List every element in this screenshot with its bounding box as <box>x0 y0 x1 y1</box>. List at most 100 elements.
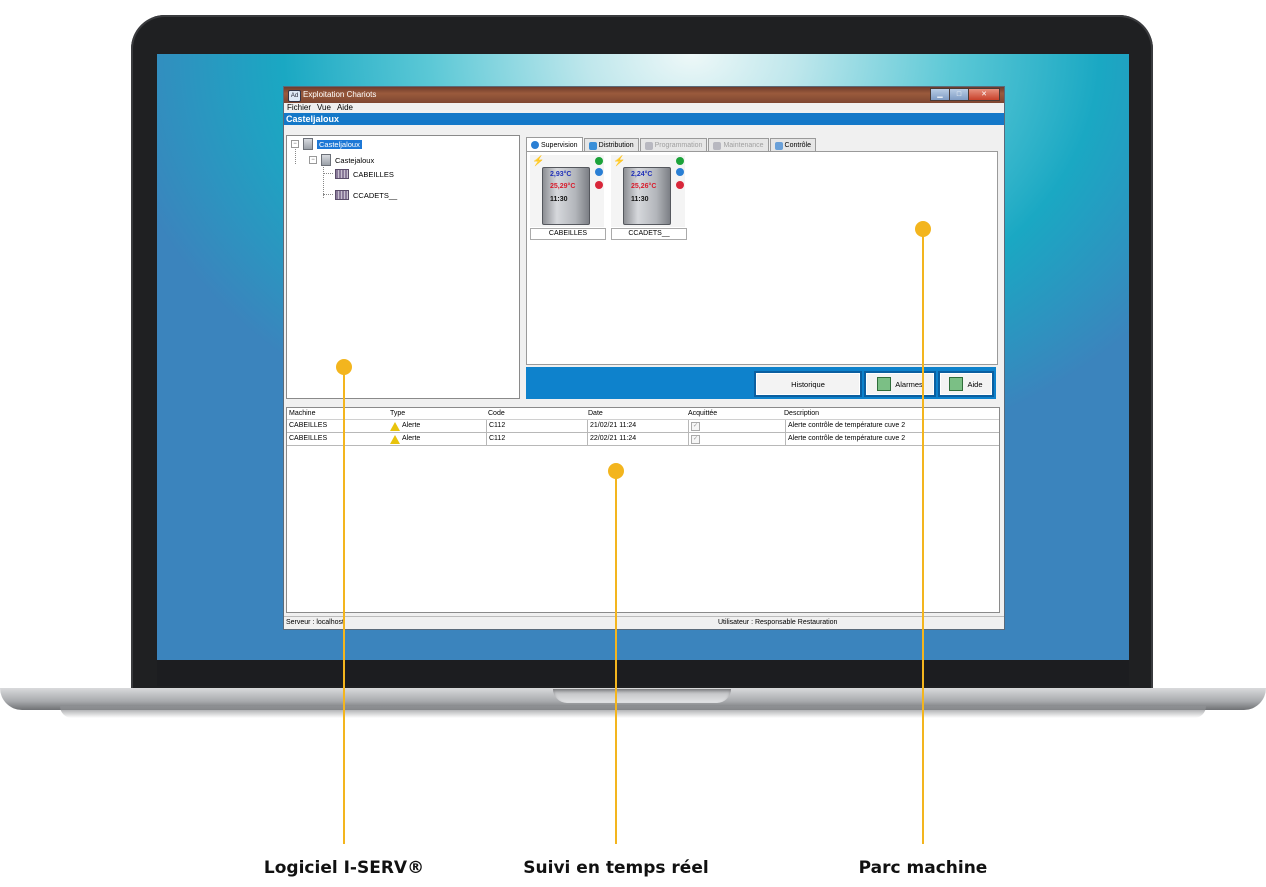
maximize-button[interactable]: □ <box>949 88 969 101</box>
calendar-icon <box>644 141 653 150</box>
cell-code: C112 <box>486 433 587 445</box>
menu-bar: Fichier Vue Aide <box>284 103 1004 113</box>
column-header[interactable]: Acquittée <box>686 408 782 419</box>
callout-dot-right <box>915 221 931 237</box>
tab-strip: Supervision Distribution Programmation M… <box>526 137 817 152</box>
close-button[interactable]: ✕ <box>968 88 1000 101</box>
collapse-icon[interactable]: − <box>291 140 299 148</box>
tree-node-cart[interactable]: CABEILLES <box>335 169 394 179</box>
tree-connector <box>323 194 333 195</box>
cart-time: 11:30 <box>631 196 649 203</box>
cell-description: Alerte contrôle de température cuve 2 <box>785 420 999 432</box>
callout-dot-center <box>608 463 624 479</box>
tab-label: Contrôle <box>784 142 812 149</box>
tree-node-root-label: Casteljaloux <box>317 139 362 149</box>
splitter[interactable] <box>286 399 1000 405</box>
button-label: Aide <box>967 379 983 389</box>
cart-card[interactable]: ⚡ 2,24°C 25,26°C 11:30 CCADETS__ <box>611 155 687 240</box>
user-status: Utilisateur : Responsable Restauration <box>718 619 838 626</box>
historique-button[interactable]: Historique <box>754 371 862 397</box>
cart-image: ⚡ 2,24°C 25,26°C 11:30 <box>611 155 685 227</box>
button-label: Alarmes <box>895 379 923 389</box>
tab-controle[interactable]: Contrôle <box>769 138 817 152</box>
tab-supervision[interactable]: Supervision <box>526 137 583 152</box>
hot-temperature: 25,29°C <box>550 183 576 190</box>
alerts-table: Machine Type Code Date Acquittée Descrip… <box>286 407 1000 613</box>
tab-label: Programmation <box>654 142 703 149</box>
hot-temperature: 25,26°C <box>631 183 657 190</box>
type-label: Alerte <box>402 435 421 442</box>
cold-temperature: 2,24°C <box>631 171 653 178</box>
aide-button[interactable]: Aide <box>938 371 994 397</box>
tree-node-group[interactable]: − Castejaloux <box>309 154 374 166</box>
tab-distribution[interactable]: Distribution <box>583 138 639 152</box>
app-window: Ad Exploitation Chariots ▁ □ ✕ Fichier V… <box>283 86 1005 630</box>
cart-card[interactable]: ⚡ 2,93°C 25,29°C 11:30 CABEILLES <box>530 155 606 240</box>
cart-icon <box>335 169 349 179</box>
column-header[interactable]: Code <box>486 408 586 419</box>
acknowledged-checkbox[interactable]: ✓ <box>691 435 700 444</box>
cell-machine: CABEILLES <box>289 435 328 442</box>
tab-label: Distribution <box>598 142 634 149</box>
callout-label-left: Logiciel I-SERV® <box>263 858 425 878</box>
button-label: Historique <box>791 379 825 389</box>
wrench-icon <box>713 141 722 150</box>
cart-icon <box>335 190 349 200</box>
menu-fichier[interactable]: Fichier <box>287 103 311 113</box>
globe-icon <box>531 141 539 149</box>
cart-image: ⚡ 2,93°C 25,29°C 11:30 <box>530 155 604 227</box>
menu-vue[interactable]: Vue <box>317 103 331 113</box>
window-title: Exploitation Chariots <box>303 90 377 99</box>
collapse-icon[interactable]: − <box>309 156 317 164</box>
help-icon <box>949 377 964 391</box>
table-row[interactable]: CABEILLES Alerte C112 21/02/21 11:24 ✓ A… <box>287 420 999 433</box>
cart-time: 11:30 <box>550 196 568 203</box>
tab-label: Supervision <box>541 141 578 149</box>
site-tree[interactable]: − Casteljaloux − Castejaloux CABEILLES C… <box>286 135 520 399</box>
cell-date: 21/02/21 11:24 <box>587 420 688 432</box>
cell-acquittee: ✓ <box>688 433 785 445</box>
callout-label-right: Parc machine <box>858 858 988 878</box>
column-header[interactable]: Description <box>782 408 999 419</box>
callout-dot-left <box>336 359 352 375</box>
table-row[interactable]: CABEILLES Alerte C112 22/02/21 11:24 ✓ A… <box>287 433 999 446</box>
tree-node-root[interactable]: − Casteljaloux <box>291 138 362 150</box>
acknowledged-checkbox[interactable]: ✓ <box>691 422 700 431</box>
column-header[interactable]: Machine <box>287 408 387 419</box>
laptop-base-shadow <box>60 706 1206 718</box>
site-header: Casteljaloux <box>284 113 1004 125</box>
cold-temperature: 2,93°C <box>550 171 572 178</box>
column-header[interactable]: Date <box>586 408 686 419</box>
cart-name: CCADETS__ <box>611 228 687 240</box>
tab-label: Maintenance <box>723 142 764 149</box>
laptop-notch <box>553 689 731 703</box>
cell-type: Alerte <box>387 420 486 432</box>
minimize-button[interactable]: ▁ <box>930 88 950 101</box>
tree-node-cart-label: CABEILLES <box>353 169 394 179</box>
heat-icon <box>595 181 603 189</box>
status-dot-icon <box>676 157 684 165</box>
type-label: Alerte <box>402 422 421 429</box>
menu-aide[interactable]: Aide <box>337 103 353 113</box>
cell-machine: CABEILLES <box>289 422 328 429</box>
status-bar: Serveur : localhost Utilisateur : Respon… <box>284 616 1004 629</box>
chat-icon <box>774 141 783 150</box>
cell-type: Alerte <box>387 433 486 445</box>
warning-icon <box>390 434 400 444</box>
title-bar[interactable]: Ad Exploitation Chariots ▁ □ ✕ <box>284 87 1004 103</box>
action-bar: Historique Alarmes Aide <box>526 367 996 399</box>
tab-maintenance[interactable]: Maintenance <box>708 138 769 152</box>
cell-description: Alerte contrôle de température cuve 2 <box>785 433 999 445</box>
app-icon: Ad <box>288 90 301 102</box>
tree-connector <box>323 173 333 174</box>
alarmes-button[interactable]: Alarmes <box>864 371 936 397</box>
column-header[interactable]: Type <box>387 408 486 419</box>
warning-icon <box>390 421 400 431</box>
callout-line-center <box>615 472 617 844</box>
tab-programmation[interactable]: Programmation <box>639 138 708 152</box>
tree-node-cart[interactable]: CCADETS__ <box>335 190 397 200</box>
plug-icon: ⚡ <box>613 156 626 167</box>
cart-name: CABEILLES <box>530 228 606 240</box>
cart-grid: ⚡ 2,93°C 25,29°C 11:30 CABEILLES ⚡ 2,24°… <box>526 151 998 365</box>
snowflake-icon <box>595 168 603 176</box>
